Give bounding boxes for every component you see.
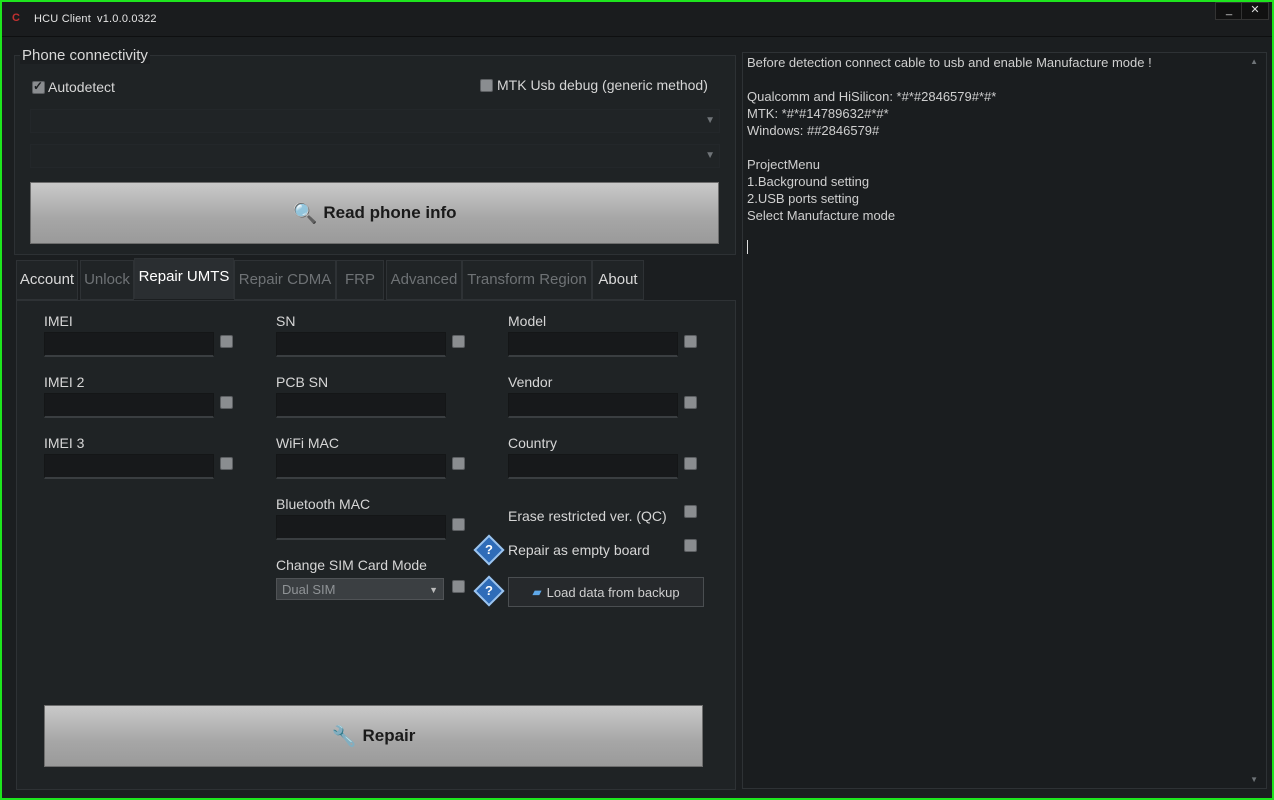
imei3-label: IMEI 3 (44, 435, 85, 451)
scroll-down-icon[interactable]: ▼ (1250, 775, 1258, 784)
app-name: HCU Client (34, 13, 92, 25)
title-bar: C HCU Client v1.0.0.0322 _ ✕ (2, 2, 1272, 37)
log-line: Select Manufacture mode (747, 208, 896, 223)
log-line: ProjectMenu (747, 157, 820, 172)
folder-icon: ▰ (532, 585, 542, 599)
autodetect-label: Autodetect (48, 79, 115, 95)
sim-mode-select[interactable]: Dual SIM ▼ (276, 578, 444, 600)
repair-empty-board-label: Repair as empty board (508, 542, 650, 558)
log-line: 2.USB ports setting (747, 191, 859, 206)
minimize-button[interactable]: _ (1215, 2, 1243, 20)
read-phone-info-label: Read phone info (323, 203, 457, 222)
tab-account[interactable]: Account (16, 260, 78, 300)
autodetect-checkbox[interactable] (32, 79, 45, 94)
sn-label: SN (276, 313, 296, 329)
erase-restricted-checkbox[interactable] (684, 505, 697, 518)
imei2-label: IMEI 2 (44, 374, 85, 390)
port-select[interactable]: ▼ (30, 109, 720, 133)
chevron-down-icon: ▼ (705, 150, 715, 161)
text-caret (747, 240, 748, 254)
sim-mode-checkbox[interactable] (452, 580, 465, 593)
sn-input[interactable] (276, 332, 446, 357)
repair-empty-board-checkbox[interactable] (684, 539, 697, 552)
imei-label: IMEI (44, 313, 73, 329)
magnifier-icon: 🔍 (292, 202, 318, 225)
vendor-input[interactable] (508, 393, 678, 418)
chevron-down-icon: ▼ (705, 115, 715, 126)
wifi-mac-input[interactable] (276, 454, 446, 479)
app-window: C HCU Client v1.0.0.0322 _ ✕ Phone connec… (0, 0, 1274, 800)
repair-button[interactable]: 🔧 Repair (44, 705, 703, 767)
log-line: 1.Background setting (747, 174, 870, 189)
sim-mode-value: Dual SIM (282, 582, 336, 597)
country-checkbox[interactable] (684, 457, 697, 470)
pcb-sn-input[interactable] (276, 393, 446, 418)
tab-frp[interactable]: FRP (336, 260, 384, 300)
log-line: Windows: ##2846579# (747, 123, 880, 138)
model-checkbox[interactable] (684, 335, 697, 348)
tab-advanced[interactable]: Advanced (386, 260, 462, 300)
chevron-down-icon: ▼ (429, 585, 438, 595)
vendor-checkbox[interactable] (684, 396, 697, 409)
erase-restricted-label: Erase restricted ver. (QC) (508, 508, 667, 524)
repair-button-label: Repair (362, 726, 416, 745)
close-button[interactable]: ✕ (1241, 2, 1269, 20)
log-line: Before detection connect cable to usb an… (747, 55, 1152, 70)
pcb-sn-label: PCB SN (276, 374, 329, 390)
wrench-icon: 🔧 (331, 725, 357, 748)
imei2-checkbox[interactable] (220, 396, 233, 409)
imei3-checkbox[interactable] (220, 457, 233, 470)
app-logo-icon: C (12, 12, 20, 24)
log-line: MTK: *#*#14789632#*#* (747, 106, 889, 121)
sim-mode-label: Change SIM Card Mode (276, 557, 427, 573)
tab-repair-cdma[interactable]: Repair CDMA (234, 260, 336, 300)
imei-input[interactable] (44, 332, 214, 357)
sn-checkbox[interactable] (452, 335, 465, 348)
log-output[interactable]: Before detection connect cable to usb an… (742, 52, 1267, 789)
log-line: Qualcomm and HiSilicon: *#*#2846579#*#* (747, 89, 997, 104)
wifi-mac-label: WiFi MAC (276, 435, 339, 451)
imei2-input[interactable] (44, 393, 214, 418)
load-backup-label: Load data from backup (546, 584, 680, 600)
window-title: HCU Client v1.0.0.0322 (34, 13, 157, 25)
vendor-label: Vendor (508, 374, 553, 390)
tab-transform-region[interactable]: Transform Region (462, 260, 592, 300)
bluetooth-mac-label: Bluetooth MAC (276, 496, 371, 512)
tab-unlock[interactable]: Unlock (80, 260, 134, 300)
country-label: Country (508, 435, 558, 451)
bluetooth-mac-input[interactable] (276, 515, 446, 540)
load-backup-button[interactable]: ▰ Load data from backup (508, 577, 704, 607)
imei-checkbox[interactable] (220, 335, 233, 348)
scroll-up-icon[interactable]: ▲ (1250, 57, 1258, 66)
phone-connectivity-title: Phone connectivity (20, 47, 150, 64)
country-input[interactable] (508, 454, 678, 479)
bluetooth-mac-checkbox[interactable] (452, 518, 465, 531)
read-phone-info-button[interactable]: 🔍 Read phone info (30, 182, 719, 244)
mtk-usb-debug-label: MTK Usb debug (generic method) (497, 77, 708, 93)
imei3-input[interactable] (44, 454, 214, 479)
tab-about[interactable]: About (592, 260, 644, 300)
wifi-mac-checkbox[interactable] (452, 457, 465, 470)
app-version: v1.0.0.0322 (97, 13, 157, 25)
model-label: Model (508, 313, 547, 329)
method-select[interactable]: ▼ (30, 144, 720, 168)
mtk-usb-debug-checkbox[interactable] (480, 79, 493, 92)
tab-repair-umts[interactable]: Repair UMTS (134, 258, 234, 299)
model-input[interactable] (508, 332, 678, 357)
